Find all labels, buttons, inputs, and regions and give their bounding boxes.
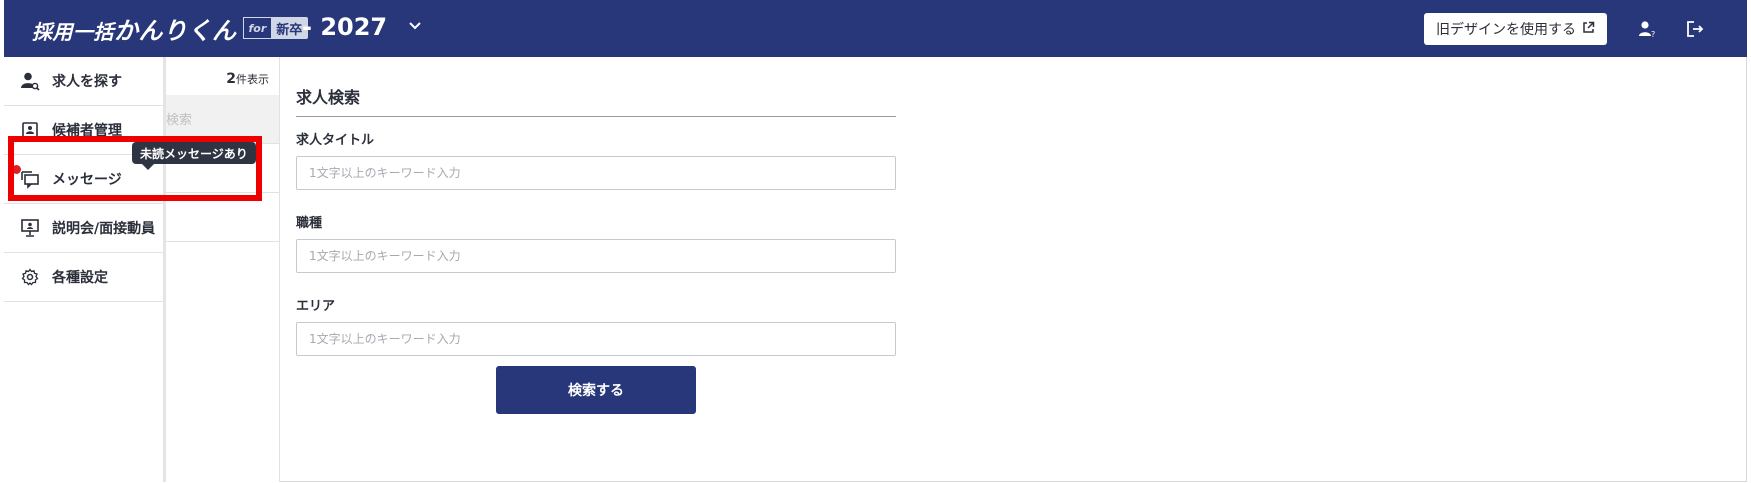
year-selector[interactable]: - 2027 [302,13,421,41]
logo-text: 採用一括かんりくん [32,16,237,45]
top-header: 採用一括かんりくん for 新卒 - 2027 旧デザインを使用する ? [4,0,1747,57]
person-search-icon [20,71,40,91]
chevron-down-icon [409,18,421,34]
job-list-panel: 2件表示 検索 [166,57,280,482]
user-help-icon[interactable]: ? [1636,18,1658,40]
job-title-input[interactable] [296,156,896,190]
logout-icon[interactable] [1684,18,1706,40]
list-item[interactable]: 検索 [166,95,279,144]
sidebar-item-label: 各種設定 [52,270,108,286]
list-item[interactable] [166,193,279,242]
sidebar-item-label: 説明会/面接動員 [52,221,156,237]
logo-badge: for 新卒 [242,17,309,39]
form-title: 求人検索 [296,84,896,117]
old-design-label: 旧デザインを使用する [1436,22,1576,38]
job-title-label: 求人タイトル [296,133,375,148]
area-label: エリア [296,299,336,314]
result-count: 2件表示 [226,71,269,87]
area-input[interactable] [296,322,896,356]
sidebar-item-label: 求人を探す [52,74,122,90]
sidebar: 求人を探す 候補者管理 メッセージ 説明会/面接動員 各種設定 [4,57,166,482]
year-label: - 2027 [302,13,388,41]
gear-icon [20,267,40,287]
external-link-icon [1582,21,1595,38]
occupation-label: 職種 [296,216,323,231]
job-search-form: 求人検索 求人タイトル 職種 エリア [296,84,896,356]
sidebar-item-label: メッセージ [52,172,122,188]
search-button[interactable]: 検索する [496,366,696,414]
svg-text:?: ? [1651,30,1655,39]
chat-bubbles-icon [20,169,40,189]
list-item-text: 検索 [166,113,193,128]
sidebar-item-label: 候補者管理 [52,123,122,139]
sidebar-item-events[interactable]: 説明会/面接動員 [4,204,163,253]
sidebar-item-settings[interactable]: 各種設定 [4,253,163,302]
occupation-input[interactable] [296,239,896,273]
presentation-screen-icon [20,218,40,238]
sidebar-item-job-search[interactable]: 求人を探す [4,57,163,106]
unread-tooltip: 未読メッセージあり [132,142,256,170]
app-logo[interactable]: 採用一括かんりくん for 新卒 [32,14,309,45]
id-card-icon [20,120,40,140]
old-design-button[interactable]: 旧デザインを使用する [1424,13,1607,45]
